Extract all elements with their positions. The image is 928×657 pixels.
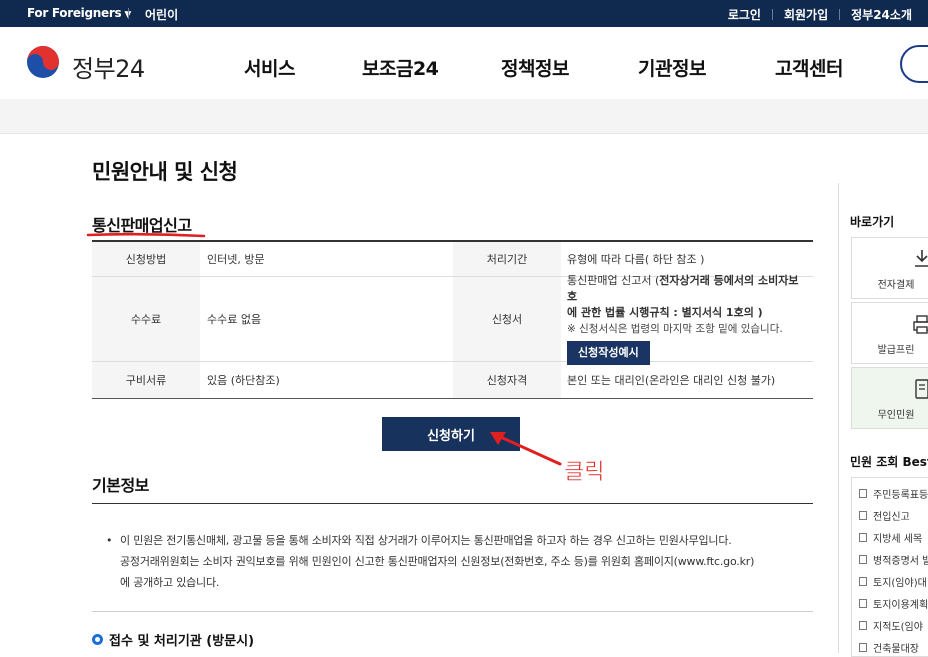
eligibility-header: 신청자격 [453,362,561,398]
info-table: 신청방법 인터넷, 방문 처리기간 유형에 따라 다름( 하단 참조 ) 수수료… [92,240,813,399]
red-arrow-annotation [490,432,562,466]
apply-method-value: 인터넷, 방문 [207,253,265,266]
nav-customer-center[interactable]: 고객센터 [775,54,843,81]
table-row: 신청방법 인터넷, 방문 처리기간 유형에 따라 다름( 하단 참조 ) [92,242,813,277]
circle-bullet-icon [92,634,103,645]
logo-text[interactable]: 정부24 [72,49,145,84]
desc-line-2: 공정거래위원회는 소비자 권익보호를 위해 민원인이 신고한 통신판매업자의 신… [120,555,755,568]
document-icon [859,577,867,586]
document-icon [859,533,867,542]
quick-link-label: 전자결제 [877,280,915,291]
signup-link[interactable]: 회원가입 [773,6,839,23]
click-annotation-text: 클릭 [564,460,604,485]
click-annotation: 클릭 [564,460,605,486]
processing-period-value: 유형에 따라 다름( 하단 참조 ) [567,253,705,266]
divider [92,611,813,612]
form-description: 통신판매업 신고서 (전자상거래 등에서의 소비자보호 에 관한 법률 시행규칙… [567,273,807,365]
nav-service[interactable]: 서비스 [244,54,295,81]
list-item[interactable]: 지방세 세목 [859,530,922,545]
form-law-link-cont[interactable]: 에 관한 법률 시행규칙 : 별지서식 1호의 ) [567,305,807,321]
document-icon [859,489,867,498]
eligibility-value: 본인 또는 대리인(온라인은 대리인 신청 불가) [567,374,776,387]
breadcrumb-band [0,99,928,134]
divider [128,8,129,19]
documents-value: 있음 (하단참조) [207,374,280,387]
download-icon [915,250,928,267]
reception-agency-label: 접수 및 처리기관 (방문시) [109,634,255,649]
fee-header: 수수료 [92,277,200,361]
for-foreigners-label: For Foreigners [27,6,122,20]
desc-line-3: 에 공개하고 있습니다. [120,576,220,589]
kids-link[interactable]: 어린이 [145,6,178,23]
nav-policy[interactable]: 정책정보 [501,54,569,81]
apply-method-header: 신청방법 [92,242,200,276]
list-item[interactable]: 주민등록표등 [859,486,928,501]
quick-link-kiosk[interactable]: 무인민원 [851,367,928,429]
form-value: 통신판매업 신고서 (전자상거래 등에서의 소비자보호 에 관한 법률 시행규칙… [561,274,813,365]
quick-link-print[interactable]: 발급프린 [851,302,928,364]
form-note: ※ 신청서식은 법령의 마지막 조항 밑에 있습니다. [567,323,783,335]
desc-line-1: 이 민원은 전기통신매체, 광고물 등을 통해 소비자와 직접 상거래가 이루어… [120,534,732,547]
about-link[interactable]: 정부24소개 [840,6,912,23]
reception-agency-title: 접수 및 처리기관 (방문시) [92,630,254,649]
search-box[interactable] [900,45,928,83]
bullet-icon: • [106,534,113,547]
table-row: 수수료 수수료 없음 신청서 통신판매업 신고서 (전자상거래 등에서의 소비자… [92,274,813,365]
list-item[interactable]: 토지(임야)대 [859,574,927,589]
document-icon [859,621,867,630]
document-icon [859,555,867,564]
kiosk-icon [915,379,928,399]
account-links: 로그인 회원가입 정부24소개 [717,6,912,23]
gov24-logo-icon[interactable] [26,45,60,79]
form-header: 신청서 [453,277,561,361]
list-item[interactable]: 전입신고 [859,508,910,523]
best-inquiry-list: 주민등록표등 전입신고 지방세 세목 병적증명서 발 토지(임야)대 토지이용계… [851,477,928,657]
processing-period-header: 처리기간 [453,242,561,276]
list-item[interactable]: 병적증명서 발 [859,552,928,567]
list-item[interactable]: 토지이용계획 [859,596,928,611]
basic-info-description: • 이 민원은 전기통신매체, 광고물 등을 통해 소비자와 직접 상거래가 이… [106,530,813,593]
document-icon [859,511,867,520]
document-icon [859,643,867,652]
for-foreigners-menu[interactable]: For Foreigners▼ [27,6,131,20]
quick-link-label: 발급프린 [877,345,915,356]
quick-links-title: 바로가기 [850,215,895,229]
table-row: 구비서류 있음 (하단참조) 신청자격 본인 또는 대리인(온라인은 대리인 신… [92,362,813,398]
best-inquiry-title: 민원 조회 Best [850,455,928,469]
red-underline-annotation [86,232,206,238]
list-item[interactable]: 지적도(임야 [859,618,923,633]
form-name: 통신판매업 신고서 ( [567,274,660,287]
documents-header: 구비서류 [92,362,200,398]
list-item[interactable]: 건축물대장 [859,640,919,655]
divider [92,503,813,504]
quick-link-payment[interactable]: 전자결제 [851,237,928,299]
login-link[interactable]: 로그인 [717,6,772,23]
basic-info-title: 기본정보 [92,476,149,495]
document-icon [859,599,867,608]
printer-icon [913,315,928,334]
nav-agency[interactable]: 기관정보 [638,54,706,81]
page-title: 민원안내 및 신청 [92,160,238,184]
main-header: 정부24 서비스 보조금24 정책정보 기관정보 고객센터 [0,27,928,99]
fee-value: 수수료 없음 [207,313,262,326]
nav-subsidy[interactable]: 보조금24 [362,54,439,81]
top-utility-bar: For Foreigners▼ 어린이 로그인 회원가입 정부24소개 [0,0,928,27]
quick-link-label: 무인민원 [877,410,915,421]
